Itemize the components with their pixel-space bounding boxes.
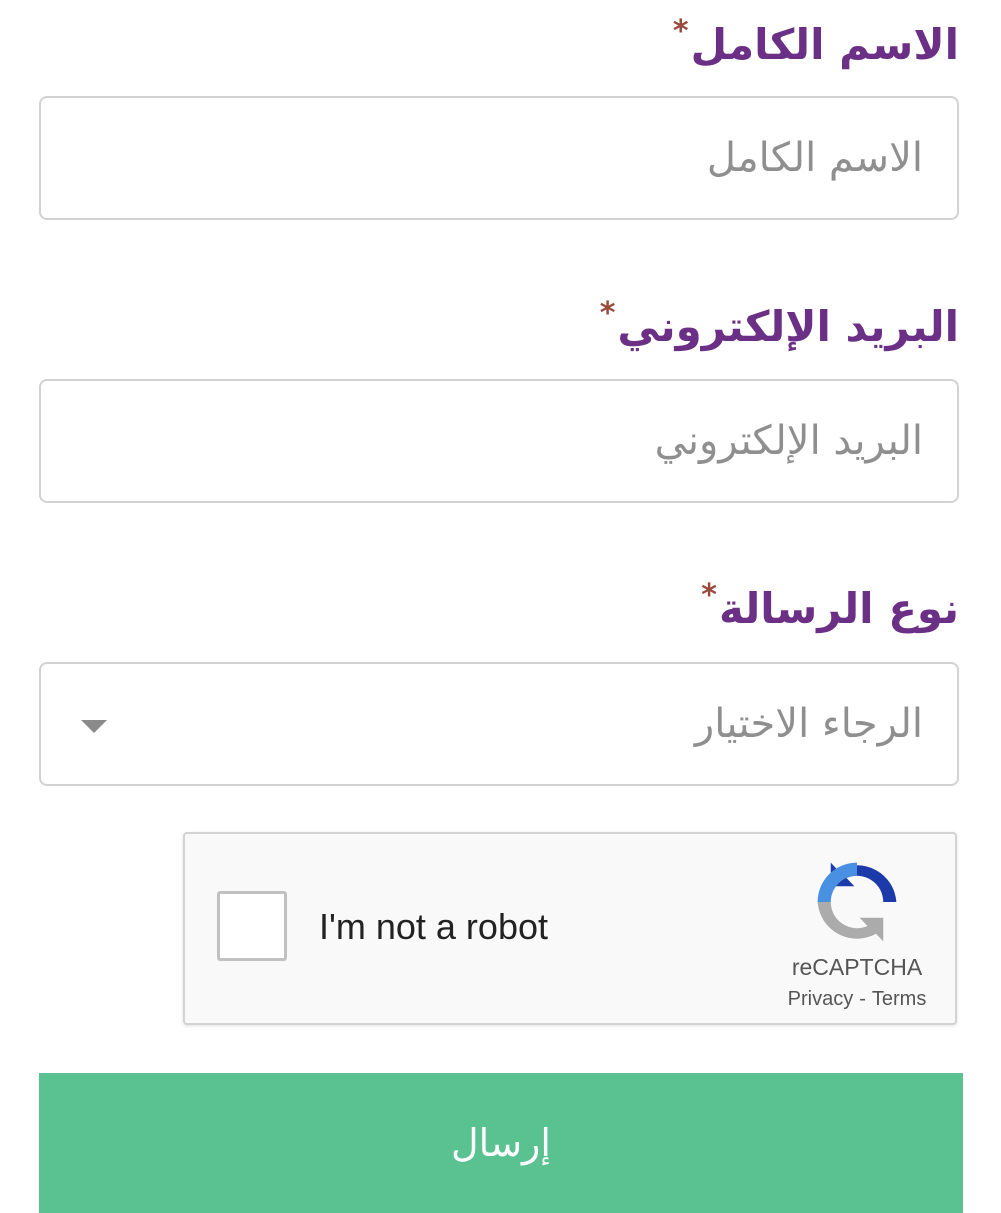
recaptcha-logo-icon bbox=[817, 862, 897, 942]
submit-button[interactable]: إرسال bbox=[39, 1073, 963, 1213]
email-label: البريد الإلكتروني* bbox=[600, 284, 959, 357]
recaptcha-widget: I'm not a robot reCAPTCHA Privacy - Terms bbox=[183, 832, 957, 1025]
email-field bbox=[39, 379, 959, 503]
required-asterisk: * bbox=[701, 578, 717, 613]
required-asterisk: * bbox=[672, 14, 689, 49]
recaptcha-privacy-link[interactable]: Privacy bbox=[788, 988, 854, 1010]
message-type-selected-value: الرجاء الاختيار bbox=[694, 701, 923, 747]
message-type-label: نوع الرسالة* bbox=[701, 566, 959, 639]
recaptcha-checkbox[interactable] bbox=[217, 891, 287, 961]
recaptcha-brand: reCAPTCHA bbox=[791, 954, 923, 980]
message-type-label-text: نوع الرسالة bbox=[718, 584, 959, 633]
recaptcha-links-separator: - bbox=[859, 988, 866, 1010]
full-name-input[interactable] bbox=[41, 98, 957, 218]
recaptcha-label: I'm not a robot bbox=[319, 906, 548, 947]
full-name-label-text: الاسم الكامل bbox=[690, 20, 959, 69]
chevron-down-icon bbox=[81, 720, 107, 733]
full-name-label: الاسم الكامل* bbox=[673, 2, 959, 75]
recaptcha-terms-link[interactable]: Terms bbox=[872, 988, 926, 1010]
full-name-field bbox=[39, 96, 959, 220]
email-label-text: البريد الإلكتروني bbox=[617, 302, 959, 351]
required-asterisk: * bbox=[599, 296, 616, 331]
email-input[interactable] bbox=[41, 381, 957, 501]
message-type-select[interactable]: الرجاء الاختيار bbox=[39, 662, 959, 786]
recaptcha-links: Privacy - Terms bbox=[755, 988, 959, 1011]
